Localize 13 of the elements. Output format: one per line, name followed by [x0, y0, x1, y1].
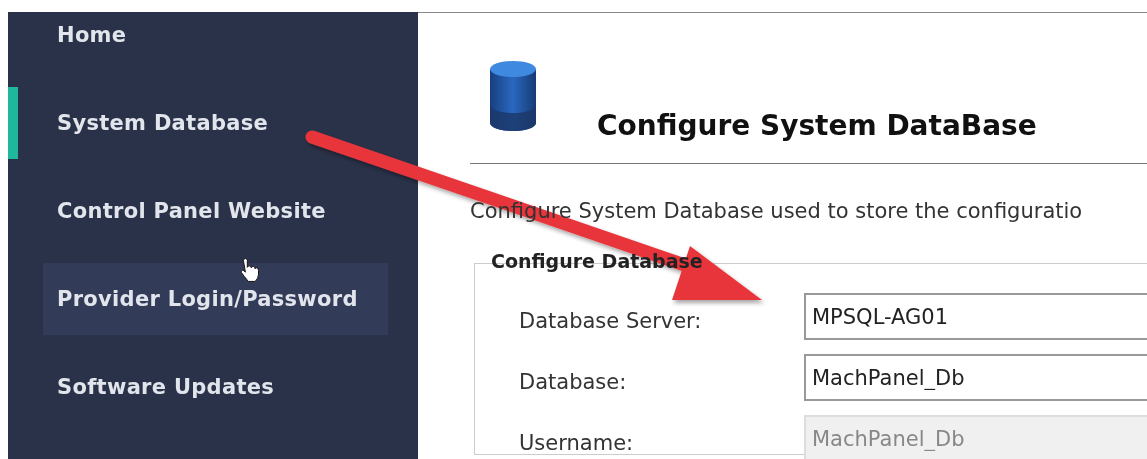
page-title: Configure System DataBase: [597, 109, 1037, 142]
field-label: Username:: [519, 429, 635, 455]
sidebar-item[interactable]: Control Panel Website: [18, 175, 363, 247]
input-field[interactable]: MPSQL-AG01: [804, 293, 1147, 340]
database-icon: [490, 61, 536, 131]
sidebar-item[interactable]: Home: [18, 12, 363, 71]
field-label: Database Server:: [519, 307, 703, 333]
hand-cursor-icon: [241, 258, 259, 282]
input-field[interactable]: MachPanel_Db: [804, 354, 1147, 401]
field-label: Database:: [519, 368, 628, 394]
sidebar-item[interactable]: Software Updates: [18, 351, 363, 423]
sidebar-item[interactable]: Provider Login/Password: [43, 263, 388, 335]
sidebar-item[interactable]: System Database: [18, 87, 363, 159]
